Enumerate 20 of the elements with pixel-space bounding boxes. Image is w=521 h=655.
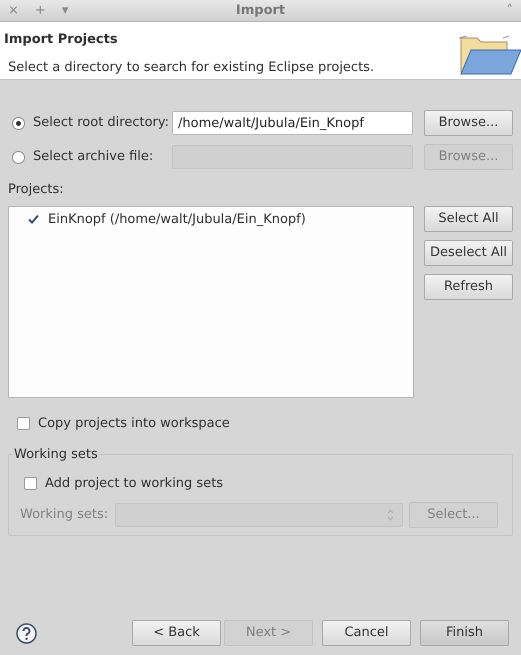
spinner-arrows-icon	[387, 508, 394, 520]
page-description: Select a directory to search for existing Eclipse projects.	[7, 58, 374, 76]
radio-button[interactable]: Select root directory:	[8, 113, 172, 133]
working-sets-dropdown[interactable]	[115, 502, 403, 526]
help-icon[interactable]	[16, 622, 37, 644]
field-label: Working sets:	[20, 506, 110, 524]
window-title: Import	[236, 2, 286, 20]
checkbox[interactable]: Copy projects into workspace	[17, 414, 230, 433]
section-label: Projects:	[7, 181, 65, 199]
page-title: Import Projects	[4, 31, 119, 49]
action-button[interactable]: Select All	[424, 206, 513, 232]
wizard-button[interactable]: Cancel	[322, 620, 411, 646]
checkmark-icon	[27, 212, 40, 226]
text-field[interactable]: /home/walt/Jubula/Ein_Knopf	[172, 111, 413, 135]
action-button[interactable]: Deselect All	[424, 240, 513, 266]
browse-button[interactable]: Browse...	[424, 110, 513, 136]
project-item[interactable]: EinKnopf (/home/walt/Jubula/Ein_Knopf)	[9, 206, 413, 229]
action-button[interactable]: Refresh	[424, 274, 513, 300]
wizard-button[interactable]: < Back	[132, 620, 221, 646]
wizard-button[interactable]: Finish	[420, 620, 509, 646]
